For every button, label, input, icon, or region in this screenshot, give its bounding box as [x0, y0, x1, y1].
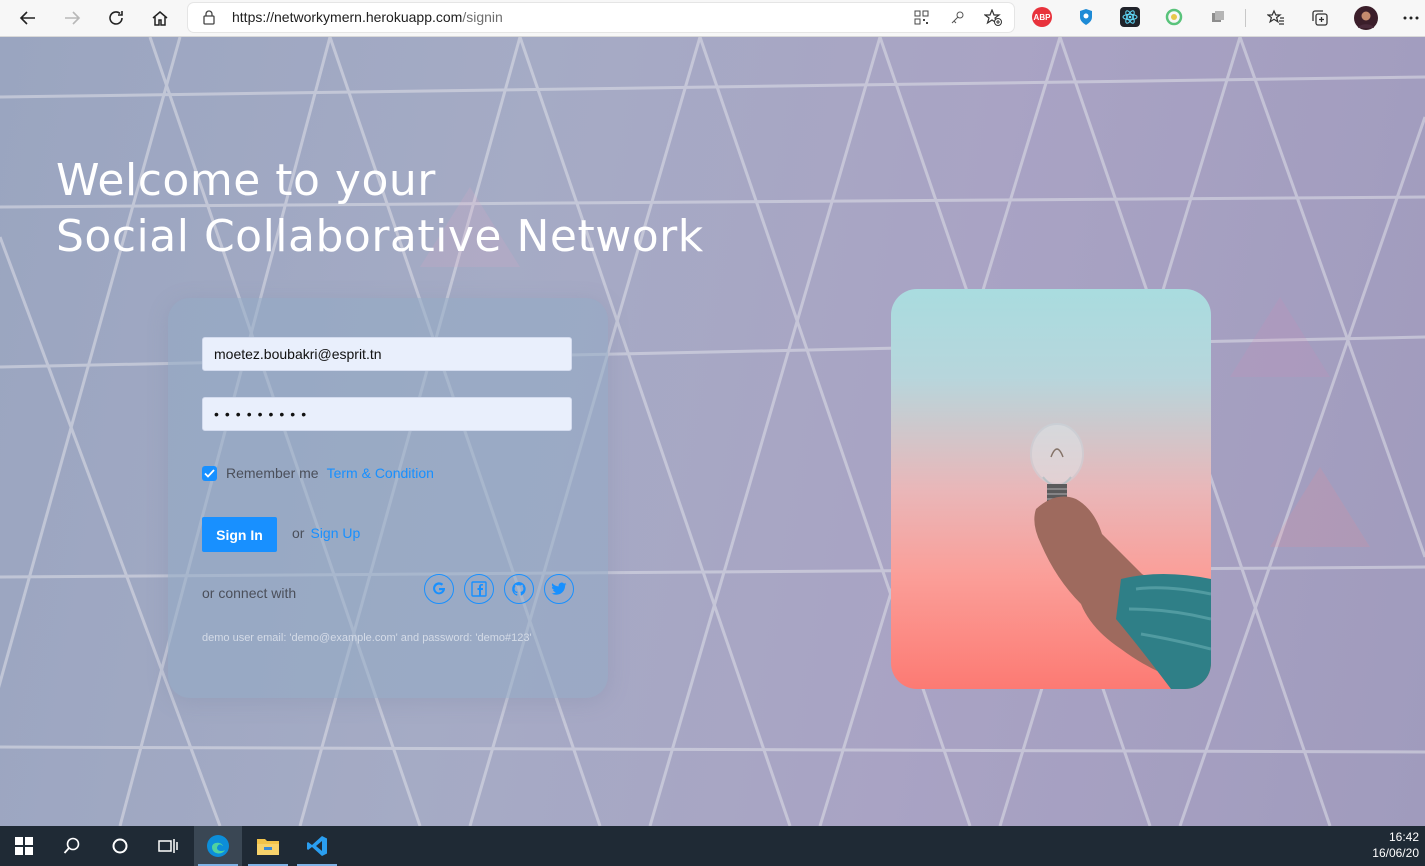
- toolbar-divider: [1245, 9, 1246, 27]
- twitter-icon[interactable]: [544, 574, 574, 604]
- demo-credentials-note: demo user email: 'demo@example.com' and …: [202, 632, 532, 644]
- lightbulb-photo: [891, 289, 1211, 689]
- welcome-heading: Welcome to your Social Collaborative Net…: [56, 153, 704, 265]
- circle-extension-icon[interactable]: [1164, 7, 1184, 27]
- signin-button[interactable]: Sign In: [202, 517, 277, 552]
- signin-page: Welcome to your Social Collaborative Net…: [0, 37, 1425, 826]
- vscode-icon[interactable]: [293, 826, 341, 866]
- signup-link[interactable]: Sign Up: [310, 525, 360, 541]
- url-text: https://networkymern.herokuapp.com/signi…: [232, 9, 503, 25]
- profile-avatar[interactable]: [1352, 4, 1380, 32]
- back-icon[interactable]: [14, 4, 42, 32]
- signup-row: or Sign Up: [292, 525, 360, 541]
- system-clock[interactable]: 16:42 16/06/20: [1372, 829, 1419, 861]
- collections-icon[interactable]: [1306, 4, 1334, 32]
- favorites-icon[interactable]: [1262, 4, 1290, 32]
- add-favorite-icon[interactable]: [983, 8, 1002, 30]
- windows-start-icon[interactable]: [0, 826, 48, 866]
- remember-checkbox[interactable]: [202, 465, 217, 481]
- file-explorer-icon[interactable]: [244, 826, 292, 866]
- terms-link[interactable]: Term & Condition: [327, 465, 434, 481]
- windows-taskbar: 16:42 16/06/20: [0, 826, 1425, 866]
- more-icon[interactable]: [1397, 4, 1425, 32]
- browser-toolbar: https://networkymern.herokuapp.com/signi…: [0, 0, 1425, 37]
- task-view-icon[interactable]: [144, 826, 192, 866]
- facebook-icon[interactable]: [464, 574, 494, 604]
- password-field[interactable]: •••••••••: [202, 397, 572, 431]
- github-icon[interactable]: [504, 574, 534, 604]
- connect-label: or connect with: [202, 585, 297, 601]
- google-icon[interactable]: [424, 574, 454, 604]
- url-path: /signin: [462, 9, 503, 25]
- check-icon: [204, 468, 215, 478]
- forward-icon[interactable]: [58, 4, 86, 32]
- edge-taskbar-icon[interactable]: [194, 826, 242, 866]
- heading-line-2: Social Collaborative Network: [56, 211, 704, 262]
- adblock-icon[interactable]: ABP: [1032, 7, 1052, 27]
- home-icon[interactable]: [146, 4, 174, 32]
- clock-date: 16/06/20: [1372, 846, 1419, 860]
- url-host: https://networkymern.herokuapp.com: [232, 9, 463, 25]
- cortana-icon[interactable]: [96, 826, 144, 866]
- hand-holding-bulb-illustration: [1030, 423, 1211, 689]
- address-bar[interactable]: https://networkymern.herokuapp.com/signi…: [188, 3, 1014, 32]
- cube-extension-icon[interactable]: [1208, 7, 1228, 27]
- email-field[interactable]: moetez.boubakri@esprit.tn: [202, 337, 572, 371]
- qr-icon[interactable]: [914, 10, 929, 29]
- lock-icon[interactable]: [202, 9, 216, 29]
- or-text: or: [292, 525, 305, 541]
- heading-line-1: Welcome to your: [56, 155, 436, 206]
- shield-icon[interactable]: [1076, 7, 1096, 27]
- clock-time: 16:42: [1388, 830, 1419, 844]
- search-icon[interactable]: [48, 826, 96, 866]
- react-devtools-icon[interactable]: [1120, 7, 1140, 27]
- remember-label[interactable]: Remember me: [226, 465, 319, 481]
- key-icon[interactable]: [950, 10, 965, 29]
- refresh-icon[interactable]: [102, 4, 130, 32]
- remember-row: Remember me Term & Condition: [202, 465, 434, 481]
